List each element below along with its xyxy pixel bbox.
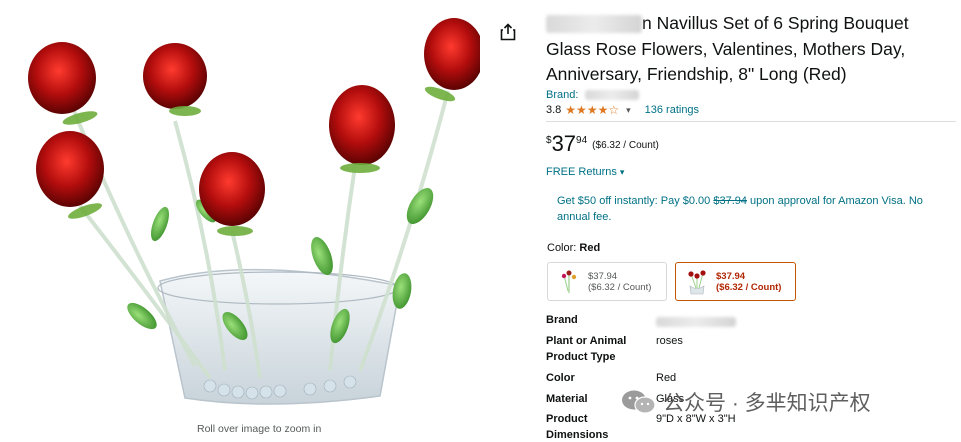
product-image-pane: Roll over image to zoom in <box>0 0 528 442</box>
free-returns-label: FREE Returns <box>546 166 617 178</box>
promo-strike-price: $37.94 <box>713 195 747 207</box>
swatch-per-unit: ($6.32 / Count) <box>588 281 652 293</box>
spec-key: Brand <box>546 314 578 326</box>
free-returns-link[interactable]: FREE Returns ▾ <box>546 166 624 178</box>
swatch-thumbnail <box>688 269 706 294</box>
spec-key: Product Dimensions <box>546 413 609 441</box>
divider <box>546 121 956 122</box>
share-icon <box>500 23 516 41</box>
visa-promo: Get $50 off instantly: Pay $0.00 $37.94 … <box>557 193 949 225</box>
product-title: n Navillus Set of 6 Spring Bouquet Glass… <box>546 11 956 88</box>
swatch-per-unit: ($6.32 / Count) <box>716 281 782 293</box>
watermark: 公众号 · 多芈知识产权 <box>621 387 871 417</box>
promo-text[interactable]: Get $50 off instantly: Pay $0.00 <box>557 195 713 207</box>
color-swatch-selected[interactable]: $37.94 ($6.32 / Count) <box>675 262 796 301</box>
spec-key: Plant or Animal Product Type <box>546 335 627 363</box>
spec-value: Red <box>656 372 677 384</box>
color-swatch-option[interactable]: $37.94 ($6.32 / Count) <box>547 262 667 301</box>
rating-row: 3.8 ★★★★☆ ▾ 136 ratings <box>546 103 699 117</box>
spec-value: roses <box>656 335 683 347</box>
chevron-down-icon[interactable]: ▾ <box>626 105 631 116</box>
swatch-price: $37.94 <box>588 270 618 282</box>
wechat-icon <box>622 390 656 414</box>
brand-link[interactable]: Brand: <box>546 89 640 101</box>
rating-value: 3.8 <box>546 104 562 116</box>
color-selector-label: Color: Red <box>547 242 600 254</box>
brand-label: Brand: <box>546 89 579 101</box>
price-per-unit: ($6.32 / Count) <box>592 140 659 151</box>
ratings-count-link[interactable]: 136 ratings <box>645 104 699 116</box>
price-whole: 37 <box>551 131 577 156</box>
price: $ 37 94 ($6.32 / Count) <box>546 133 659 155</box>
redacted-brand-name <box>546 15 642 34</box>
watermark-text: 公众号 · 多芈知识产权 <box>663 392 871 415</box>
redacted-brand-value <box>585 90 640 101</box>
product-image[interactable] <box>10 6 480 414</box>
star-rating-icon[interactable]: ★★★★☆ <box>565 103 619 117</box>
zoom-hint: Roll over image to zoom in <box>197 423 322 435</box>
swatch-price: $37.94 <box>716 270 746 282</box>
redacted-brand-value <box>656 317 736 328</box>
swatch-thumbnail <box>561 270 577 293</box>
spec-value-redacted <box>656 314 736 330</box>
spec-key: Color <box>546 372 575 384</box>
color-label: Color: <box>547 242 577 254</box>
share-button[interactable] <box>496 20 520 44</box>
chevron-down-icon: ▾ <box>619 167 625 177</box>
color-selected: Red <box>579 242 601 254</box>
price-fraction: 94 <box>576 135 588 146</box>
